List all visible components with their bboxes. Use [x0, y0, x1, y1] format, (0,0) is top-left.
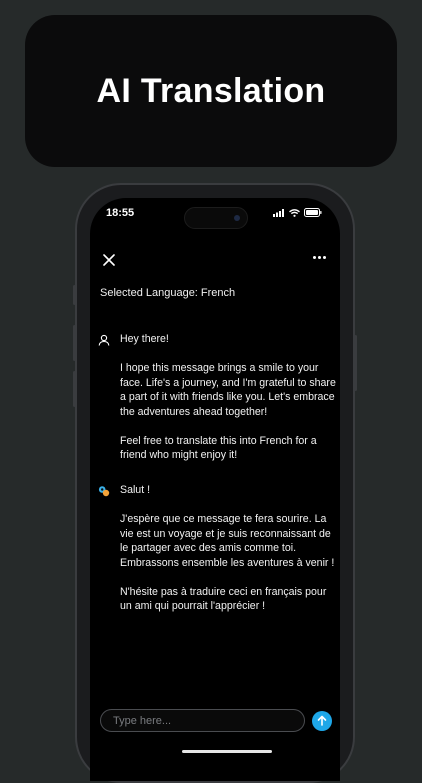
status-time: 18:55 — [106, 207, 135, 219]
phone-power-button — [354, 335, 357, 391]
selected-language-label: Selected Language: French — [100, 287, 236, 299]
message-paragraph: I hope this message brings a smile to yo… — [120, 362, 336, 418]
signal-icon — [273, 208, 284, 217]
user-icon — [98, 334, 110, 346]
user-message: Hey there! I hope this message brings a … — [98, 332, 338, 477]
home-indicator — [182, 750, 272, 753]
composer — [100, 709, 336, 732]
message-paragraph: J'espère que ce message te fera sourire.… — [120, 513, 335, 569]
more-dot — [318, 256, 321, 259]
more-dot — [313, 256, 316, 259]
assistant-message-body: Salut ! J'espère que ce message te fera … — [120, 483, 338, 614]
phone-volume-down — [73, 371, 76, 407]
banner-title: AI Translation — [96, 71, 326, 110]
message-paragraph: Hey there! — [120, 333, 169, 345]
user-message-body: Hey there! I hope this message brings a … — [120, 332, 338, 463]
phone-frame: 18:55 Selected Language: French Hey ther… — [73, 183, 357, 783]
ai-assistant-icon — [98, 486, 110, 497]
camera-dot — [234, 215, 240, 221]
message-paragraph: Feel free to translate this into French … — [120, 434, 317, 462]
arrow-up-icon — [317, 715, 327, 726]
wifi-icon — [289, 208, 300, 217]
dynamic-island — [184, 207, 248, 229]
send-button[interactable] — [312, 710, 332, 731]
battery-icon — [304, 208, 322, 217]
status-icons — [273, 208, 322, 217]
message-paragraph: N'hésite pas à traduire ceci en français… — [120, 585, 327, 613]
more-dot — [323, 256, 326, 259]
promo-banner: AI Translation — [25, 15, 397, 167]
message-paragraph: Salut ! — [120, 484, 151, 496]
phone-side-button — [73, 285, 76, 305]
message-input[interactable] — [100, 709, 305, 732]
more-options-button[interactable] — [313, 256, 326, 259]
assistant-message: Salut ! J'espère que ce message te fera … — [98, 483, 338, 628]
phone-volume-up — [73, 325, 76, 361]
app-screen: 18:55 Selected Language: French Hey ther… — [90, 198, 340, 781]
close-icon[interactable] — [102, 253, 116, 267]
